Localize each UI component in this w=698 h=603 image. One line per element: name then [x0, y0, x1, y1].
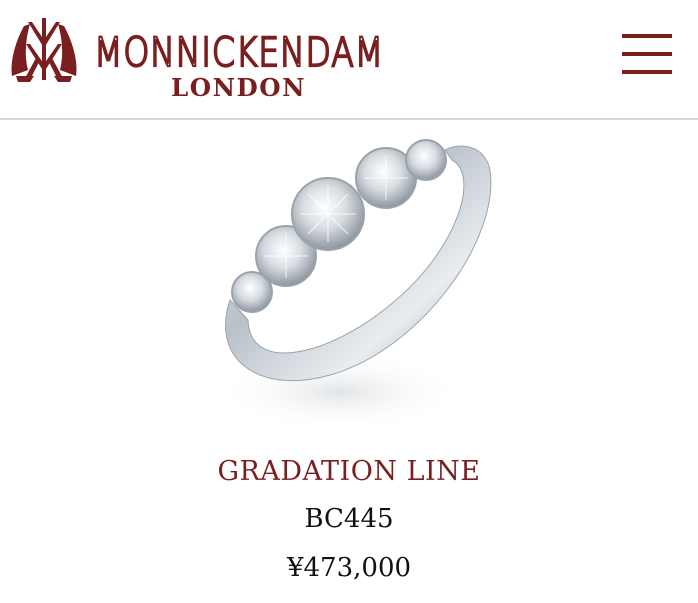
- product-ring-image[interactable]: [200, 130, 500, 442]
- product-price: ¥473,000: [286, 553, 412, 583]
- menu-button[interactable]: [622, 34, 672, 78]
- product-name[interactable]: GRADATION LINE: [0, 456, 698, 487]
- brand-sub-text: LONDON: [171, 73, 306, 102]
- hamburger-bar-top: [622, 34, 672, 38]
- product-code: BC445: [304, 504, 394, 534]
- hamburger-bar-bottom: [622, 70, 672, 74]
- brand-name-text: MONNICKENDAM: [94, 30, 384, 76]
- brand-logo[interactable]: MONNICKENDAM LONDON: [6, 14, 396, 104]
- site-header: MONNICKENDAM LONDON: [0, 0, 698, 120]
- monogram-icon: [11, 18, 77, 82]
- hamburger-bar-middle: [622, 52, 672, 56]
